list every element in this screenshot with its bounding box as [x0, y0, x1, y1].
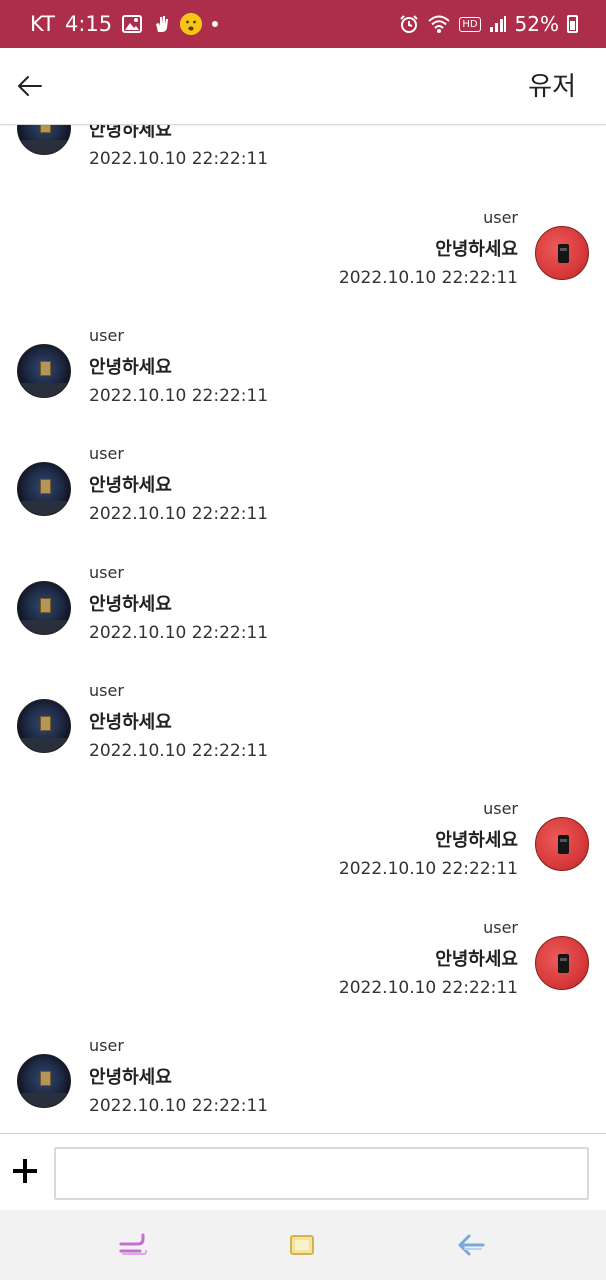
- message-sender: user: [89, 326, 124, 345]
- message-sender: user: [483, 918, 518, 937]
- hd-icon: HD: [459, 16, 481, 32]
- home-icon: [290, 1235, 314, 1255]
- avatar[interactable]: [535, 817, 589, 871]
- add-attachment-button[interactable]: [10, 1156, 40, 1186]
- message-item: user 안녕하세요 2022.10.10 22:22:11: [0, 562, 606, 680]
- hand-icon: [152, 14, 170, 34]
- message-text: 안녕하세요: [89, 357, 172, 378]
- avatar[interactable]: [17, 344, 71, 398]
- message-sender: user: [89, 1036, 124, 1055]
- message-time: 2022.10.10 22:22:11: [89, 1096, 269, 1116]
- carrier-label: KT: [30, 12, 55, 36]
- message-time: 2022.10.10 22:22:11: [89, 149, 269, 169]
- avatar[interactable]: [17, 462, 71, 516]
- wifi-icon: [427, 14, 451, 34]
- message-sender: user: [89, 681, 124, 700]
- message-text: 안녕하세요: [89, 594, 172, 615]
- plus-icon: [13, 1159, 37, 1183]
- page-title: 유저: [528, 72, 576, 102]
- avatar[interactable]: [17, 125, 71, 155]
- worried-face-icon: [180, 13, 203, 35]
- message-text: 안녕하세요: [89, 125, 172, 141]
- message-text: 안녕하세요: [89, 1067, 172, 1088]
- message-time: 2022.10.10 22:22:11: [89, 386, 269, 406]
- message-item: user 안녕하세요 2022.10.10 22:22:11: [0, 207, 606, 325]
- message-item: user 안녕하세요 2022.10.10 22:22:11: [0, 798, 606, 916]
- message-item: user 안녕하세요 2022.10.10 22:22:11: [0, 917, 606, 1035]
- alarm-icon: [399, 14, 419, 34]
- avatar[interactable]: [535, 226, 589, 280]
- message-time: 2022.10.10 22:22:11: [338, 268, 518, 288]
- message-text: 안녕하세요: [89, 712, 172, 733]
- message-sender: user: [89, 563, 124, 582]
- message-item: user 안녕하세요 2022.10.10 22:22:11: [0, 680, 606, 798]
- message-time: 2022.10.10 22:22:11: [89, 504, 269, 524]
- message-input[interactable]: [54, 1147, 589, 1200]
- message-time: 2022.10.10 22:22:11: [89, 741, 269, 761]
- message-time: 2022.10.10 22:22:11: [338, 978, 518, 998]
- back-icon: [458, 1234, 485, 1256]
- message-composer: [0, 1133, 606, 1210]
- message-text: 안녕하세요: [435, 949, 518, 970]
- status-left: KT 4:15: [30, 0, 219, 48]
- message-text: 안녕하세요: [435, 830, 518, 851]
- notification-dot-icon: [212, 21, 219, 27]
- battery-percent: 52%: [514, 12, 559, 36]
- avatar[interactable]: [17, 581, 71, 635]
- system-back-button[interactable]: [451, 1228, 491, 1262]
- app-header: 유저: [0, 48, 606, 125]
- home-button[interactable]: [282, 1228, 322, 1262]
- battery-icon: [567, 15, 578, 33]
- signal-icon: [489, 15, 507, 33]
- avatar[interactable]: [17, 699, 71, 753]
- clock: 4:15: [64, 12, 113, 36]
- avatar[interactable]: [535, 936, 589, 990]
- recent-apps-icon: [119, 1233, 147, 1255]
- status-right: HD 52%: [399, 0, 578, 48]
- recent-apps-button[interactable]: [113, 1228, 153, 1262]
- message-item: user 안녕하세요 2022.10.10 22:22:11: [0, 1035, 606, 1133]
- message-item: user 안녕하세요 2022.10.10 22:22:11: [0, 325, 606, 443]
- gallery-icon: [122, 15, 143, 33]
- message-time: 2022.10.10 22:22:11: [338, 859, 518, 879]
- message-sender: user: [89, 444, 124, 463]
- system-nav-bar: [0, 1210, 606, 1280]
- back-button[interactable]: [14, 70, 46, 102]
- message-item: user 안녕하세요 2022.10.10 22:22:11: [0, 443, 606, 561]
- message-sender: user: [483, 799, 518, 818]
- message-text: 안녕하세요: [89, 475, 172, 496]
- status-bar: KT 4:15 HD 52%: [0, 0, 606, 48]
- back-arrow-icon: [18, 76, 42, 96]
- message-time: 2022.10.10 22:22:11: [89, 623, 269, 643]
- message-text: 안녕하세요: [435, 239, 518, 260]
- message-list[interactable]: 안녕하세요 2022.10.10 22:22:11 user 안녕하세요 202…: [0, 125, 606, 1133]
- message-sender: user: [483, 208, 518, 227]
- avatar[interactable]: [17, 1054, 71, 1108]
